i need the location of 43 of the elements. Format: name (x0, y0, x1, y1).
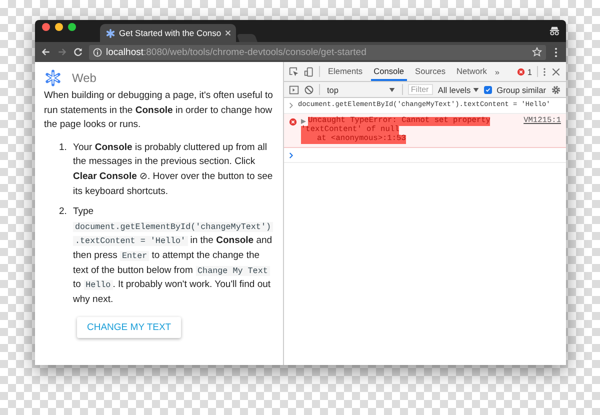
close-icon[interactable] (551, 66, 561, 76)
sidebar-toggle-icon[interactable] (289, 84, 299, 94)
caret-icon (388, 88, 395, 92)
error-icon (289, 118, 297, 126)
prompt-icon[interactable] (289, 152, 294, 159)
info-icon (93, 48, 102, 56)
input-prompt-icon (289, 102, 294, 109)
inspect-icon[interactable] (289, 66, 299, 76)
menu-icon[interactable] (554, 46, 558, 58)
checkbox[interactable] (484, 86, 492, 94)
step-text: Your Console is probably cluttered up from all the messages in the previous section. Click Clear Console ⊘. Hover over the button to see its keyboard shortcuts. (73, 140, 274, 199)
settings-icon[interactable] (551, 84, 561, 94)
group-similar-label: Group similar (496, 84, 546, 94)
maximize-button[interactable] (68, 23, 76, 31)
browser-tab[interactable]: Get Started with the Conso (100, 24, 236, 42)
filter-field[interactable]: Filter (408, 84, 433, 95)
incognito-icon (549, 25, 560, 36)
back-icon[interactable] (41, 47, 51, 57)
context-dropdown[interactable]: top (325, 84, 397, 94)
step-number: 2. (59, 205, 68, 220)
section-title: Web (72, 70, 96, 86)
step-number: 1. (59, 140, 68, 155)
devtools-tab[interactable]: Network (453, 62, 490, 81)
reload-icon[interactable] (73, 47, 83, 57)
caret-icon (472, 88, 479, 92)
clear-console-icon[interactable] (304, 84, 314, 94)
error-count: 1 (527, 66, 532, 76)
address-field[interactable]: localhost:8080/web/tools/chrome-devtools/console/get-started (89, 44, 546, 60)
close-button[interactable] (42, 23, 50, 31)
more-tabs-button[interactable]: » (494, 66, 500, 76)
intro-paragraph: When building or debugging a page, it's often useful to run statements in the Console in order to change how the page looks or runs. (44, 89, 274, 132)
step-text: Type document.getElementById('changeMyText') .textContent = 'Hello' in the Console and then press Enter to attempt the change the text of the button below from Change My Text to Hello . It probably won't work. You'll find out why next. (73, 205, 274, 307)
device-toggle-icon[interactable] (304, 66, 314, 76)
expand-icon[interactable] (301, 119, 306, 124)
error-icon (517, 68, 526, 76)
levels-dropdown[interactable]: All levels (438, 84, 479, 94)
devtools-tab[interactable]: Sources (412, 62, 448, 81)
bookmark-star-icon[interactable] (532, 47, 542, 57)
menu-icon[interactable] (543, 66, 546, 76)
asterisk-icon (106, 28, 115, 38)
minimize-button[interactable] (55, 23, 63, 31)
asterisk-logo-icon (44, 69, 62, 87)
devtools-tab[interactable]: Elements (325, 62, 366, 81)
